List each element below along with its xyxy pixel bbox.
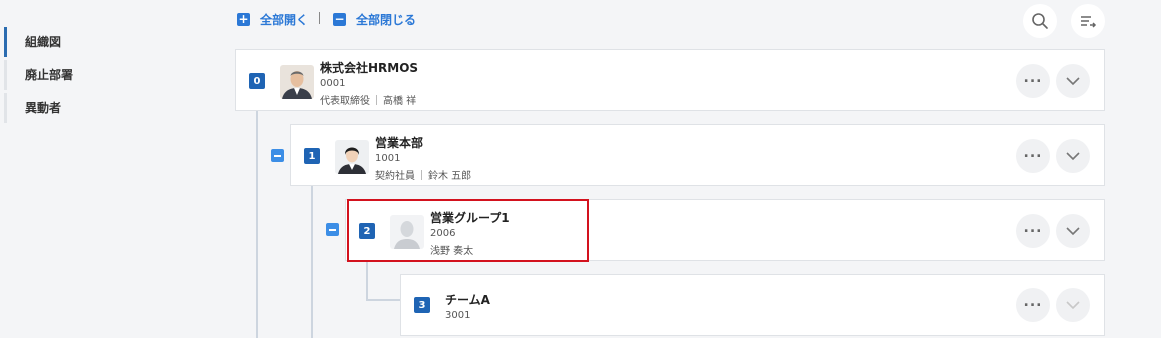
divider: [421, 169, 422, 180]
sidebar-item-label: 異動者: [25, 101, 62, 115]
avatar: [335, 140, 369, 174]
sidebar-item-label: 廃止部署: [25, 68, 74, 82]
divider: [376, 94, 377, 105]
tree-line: [366, 262, 368, 301]
tree-line: [366, 299, 400, 301]
node-code: 1001: [375, 153, 401, 164]
toolbar-divider: [319, 12, 320, 24]
more-button[interactable]: ...: [1016, 64, 1050, 98]
sort-button[interactable]: [1071, 4, 1105, 38]
more-icon: ...: [1023, 70, 1043, 86]
level-badge: 1: [304, 148, 320, 164]
more-button[interactable]: ...: [1016, 214, 1050, 248]
more-button[interactable]: ...: [1016, 139, 1050, 173]
chevron-down-icon: [1066, 227, 1080, 236]
manager-name: 鈴木 五郎: [428, 171, 472, 182]
manager-role: 代表取締役: [320, 96, 370, 107]
more-button[interactable]: ...: [1016, 288, 1050, 322]
sidebar: 組織図 廃止部署 異動者: [0, 0, 200, 338]
tree-line: [256, 111, 258, 338]
manager-name: 高橋 祥: [383, 96, 417, 107]
node-name: 株式会社HRMOS: [320, 61, 419, 75]
expand-button[interactable]: [1056, 214, 1090, 248]
node-code: 3001: [445, 310, 471, 321]
org-node-card[interactable]: 1 営業本部 1001 契約社員 鈴木 五郎 ...: [290, 124, 1105, 186]
minus-icon: −: [333, 12, 346, 26]
collapse-toggle-sales-group-1[interactable]: [326, 223, 339, 236]
expand-button[interactable]: [1056, 64, 1090, 98]
plus-icon: +: [237, 12, 250, 26]
expand-button[interactable]: [1056, 139, 1090, 173]
search-button[interactable]: [1023, 4, 1057, 38]
chevron-down-icon: [1066, 77, 1080, 86]
node-name: チームA: [445, 293, 490, 307]
node-manager: 契約社員 鈴木 五郎: [375, 167, 471, 182]
tree-line: [311, 186, 313, 338]
more-icon: ...: [1023, 220, 1043, 236]
org-node-card[interactable]: 0 株式会社HRMOS 0001 代表取締役 高橋 祥 ...: [235, 49, 1105, 111]
node-manager: 代表取締役 高橋 祥: [320, 92, 416, 107]
sidebar-item-transferred[interactable]: 異動者: [4, 93, 154, 123]
chevron-down-icon: [1066, 152, 1080, 161]
node-name: 営業本部: [375, 136, 424, 150]
collapse-all-button[interactable]: − 全部閉じる: [333, 10, 416, 28]
sort-icon: [1081, 16, 1097, 28]
more-icon: ...: [1023, 294, 1043, 310]
manager-role: 契約社員: [375, 171, 415, 182]
expand-button-disabled: [1056, 288, 1090, 322]
search-icon: [1032, 13, 1048, 29]
more-icon: ...: [1023, 145, 1043, 161]
avatar: [280, 65, 314, 99]
org-node-card[interactable]: 3 チームA 3001 ...: [400, 274, 1105, 336]
chevron-down-icon: [1066, 301, 1080, 310]
level-badge: 0: [249, 73, 265, 89]
collapse-all-label: 全部閉じる: [356, 12, 417, 27]
node-code: 0001: [320, 78, 346, 89]
sidebar-item-abolished-departments[interactable]: 廃止部署: [4, 60, 154, 90]
sidebar-item-label: 組織図: [25, 35, 62, 49]
sidebar-item-org-chart[interactable]: 組織図: [4, 27, 154, 57]
level-badge: 3: [414, 297, 430, 313]
expand-all-button[interactable]: + 全部開く: [237, 10, 308, 28]
highlight-box: [347, 199, 589, 262]
collapse-toggle-sales-hq[interactable]: [271, 149, 284, 162]
expand-all-label: 全部開く: [260, 12, 309, 27]
